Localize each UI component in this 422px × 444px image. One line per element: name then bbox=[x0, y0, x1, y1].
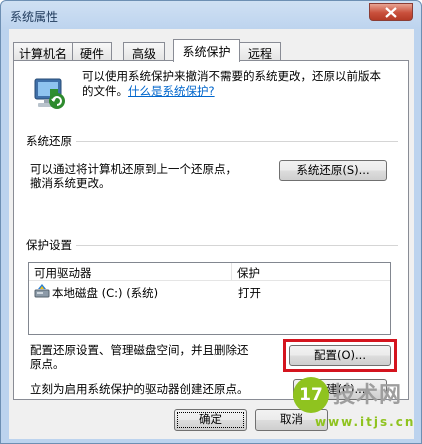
site-watermark: 17 技术网 www.itjs.cn bbox=[293, 371, 417, 437]
restore-desc-line1: 可以通过将计算机还原到上一个还原点， bbox=[30, 162, 237, 176]
section-divider bbox=[76, 245, 398, 246]
tab-remote[interactable]: 远程 bbox=[239, 42, 281, 61]
watermark-url: www.itjs.cn bbox=[315, 415, 416, 429]
window-title: 系统属性 bbox=[10, 10, 59, 24]
drive-row[interactable]: 本地磁盘 (C:) (系统) 打开 bbox=[30, 283, 389, 301]
what-is-system-protection-link[interactable]: 什么是系统保护? bbox=[128, 84, 215, 98]
close-icon bbox=[385, 7, 397, 18]
drive-icon bbox=[34, 283, 50, 299]
system-restore-description: 可以通过将计算机还原到上一个还原点， 撤消系统更改。 bbox=[30, 162, 237, 190]
tab-computer-name[interactable]: 计算机名 bbox=[13, 42, 73, 61]
drive-protection-status: 打开 bbox=[238, 286, 261, 300]
tab-system-protection[interactable]: 系统保护 bbox=[173, 39, 240, 62]
configure-description: 配置还原设置、管理磁盘空间，并且删除还 原点。 bbox=[30, 343, 249, 371]
column-divider[interactable] bbox=[231, 263, 232, 281]
system-protection-panel: 可以使用系统保护来撤消不需要的系统更改，还原以前版本的文件。什么是系统保护? 系… bbox=[13, 60, 409, 400]
drives-list[interactable]: 可用驱动器 保护 本地磁盘 (C:) (系统) 打开 bbox=[28, 262, 391, 335]
watermark-name: 技术网 bbox=[333, 383, 403, 408]
configure-desc-line2: 原点。 bbox=[30, 357, 65, 371]
protection-settings-section-label: 保护设置 bbox=[26, 238, 72, 252]
restore-desc-line2: 撤消系统更改。 bbox=[30, 176, 111, 190]
tab-advanced[interactable]: 高级 bbox=[123, 42, 165, 61]
system-properties-window: 系统属性 计算机名 硬件 高级 系统保护 远程 可以使用系统保护来撤消不需要的系… bbox=[0, 0, 422, 444]
intro-text: 可以使用系统保护来撤消不需要的系统更改，还原以前版本的文件。 bbox=[82, 69, 381, 98]
watermark-badge: 17 bbox=[293, 377, 329, 413]
section-divider bbox=[76, 141, 398, 142]
intro-description: 可以使用系统保护来撤消不需要的系统更改，还原以前版本的文件。什么是系统保护? bbox=[82, 69, 392, 99]
column-protection[interactable]: 保护 bbox=[237, 265, 260, 281]
create-description: 立刻为启用系统保护的驱动器创建还原点。 bbox=[30, 382, 249, 396]
configure-button[interactable]: 配置(O)... bbox=[289, 345, 391, 366]
system-restore-button[interactable]: 系统还原(S)... bbox=[279, 160, 387, 181]
list-header: 可用驱动器 保护 bbox=[29, 263, 390, 281]
configure-desc-line1: 配置还原设置、管理磁盘空间，并且删除还 bbox=[30, 343, 249, 357]
system-restore-section-label: 系统还原 bbox=[26, 134, 72, 148]
tab-hardware[interactable]: 硬件 bbox=[72, 42, 112, 61]
title-bar[interactable]: 系统属性 bbox=[1, 1, 421, 29]
ok-button[interactable]: 确定 bbox=[174, 409, 247, 431]
drive-name: 本地磁盘 (C:) (系统) bbox=[52, 286, 159, 300]
system-protection-icon bbox=[28, 75, 68, 115]
close-button[interactable] bbox=[369, 3, 413, 21]
column-available-drives[interactable]: 可用驱动器 bbox=[34, 265, 92, 281]
